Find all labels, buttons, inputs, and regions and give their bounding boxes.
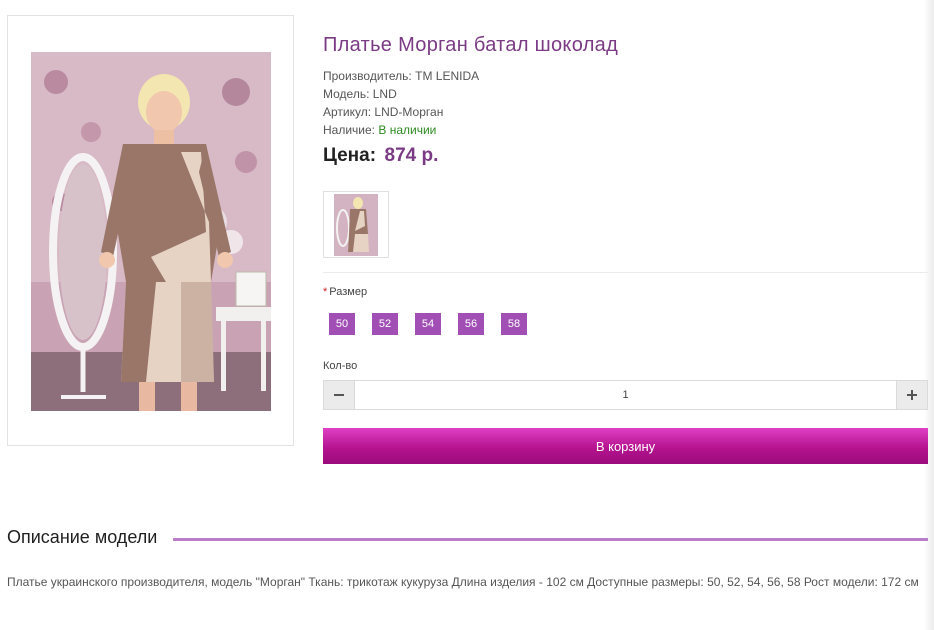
description-heading-line (173, 538, 928, 541)
quantity-label: Кол-во (323, 360, 358, 372)
spec-model: Модель: LND (323, 85, 479, 103)
spec-manufacturer: Производитель: TM LENIDA (323, 67, 479, 85)
add-to-cart-button[interactable]: В корзину (323, 428, 928, 464)
spec-sku-label: Артикул: (323, 105, 372, 119)
description-heading: Описание модели (7, 527, 166, 548)
spec-sku-value: LND-Морган (374, 105, 444, 119)
size-option-54[interactable]: 54 (415, 313, 441, 335)
price-label: Цена: (323, 145, 377, 166)
thumbnail-image (334, 193, 378, 256)
size-option-56[interactable]: 56 (458, 313, 484, 335)
product-image-frame (7, 15, 294, 446)
description-header: Описание модели (7, 527, 928, 551)
size-option-50[interactable]: 50 (329, 313, 355, 335)
quantity-stepper (323, 380, 928, 410)
spec-manufacturer-value: TM LENIDA (415, 69, 480, 83)
price-row: Цена: 874 р. (323, 145, 438, 167)
size-option-58[interactable]: 58 (501, 313, 527, 335)
quantity-decrease-button[interactable] (324, 381, 355, 409)
options-divider (323, 272, 928, 273)
spec-model-label: Модель: (323, 87, 370, 101)
product-main-photo[interactable] (31, 52, 271, 411)
spec-availability-value: В наличии (378, 123, 437, 137)
spec-model-value: LND (372, 87, 397, 101)
size-label-text: Размер (329, 286, 368, 298)
spec-manufacturer-label: Производитель: (323, 69, 412, 83)
price-value: 874 р. (384, 145, 439, 166)
required-mark: * (323, 286, 328, 298)
product-thumbnail[interactable] (323, 191, 389, 258)
minus-icon (334, 394, 344, 396)
size-option-52[interactable]: 52 (372, 313, 398, 335)
plus-icon (907, 390, 917, 400)
spec-availability: Наличие: В наличии (323, 121, 479, 139)
size-option-label: * Размер (323, 286, 367, 298)
product-title: Платье Морган батал шоколад (323, 34, 619, 56)
description-text: Платье украинского производителя, модель… (7, 575, 919, 589)
size-options: 50 52 54 56 58 (329, 313, 544, 335)
spec-sku: Артикул: LND-Морган (323, 103, 479, 121)
quantity-input[interactable] (355, 381, 896, 409)
product-specs: Производитель: TM LENIDA Модель: LND Арт… (323, 67, 479, 139)
spec-availability-label: Наличие: (323, 123, 376, 137)
quantity-increase-button[interactable] (896, 381, 927, 409)
